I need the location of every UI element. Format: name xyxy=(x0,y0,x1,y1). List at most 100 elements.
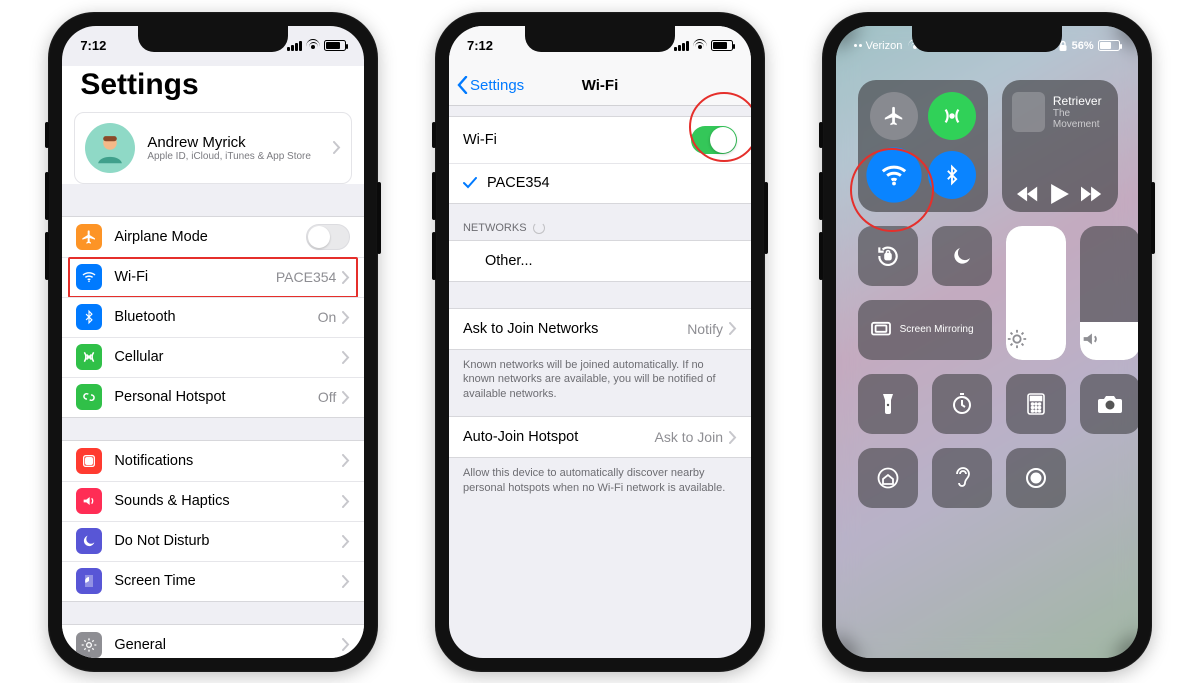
screen-mirroring-icon xyxy=(870,321,892,339)
row-bluetooth[interactable]: Bluetooth On xyxy=(62,297,364,337)
chevron-right-icon xyxy=(342,311,350,324)
volume-icon xyxy=(1080,328,1138,350)
chevron-right-icon xyxy=(333,141,341,154)
chevron-right-icon xyxy=(729,322,737,335)
cellular-signal-icon xyxy=(287,41,302,51)
row-label: General xyxy=(114,637,342,653)
chevron-right-icon xyxy=(342,638,350,651)
chevron-right-icon xyxy=(342,454,350,467)
general-icon xyxy=(76,632,102,658)
row-personal-hotspot[interactable]: Personal Hotspot Off xyxy=(62,377,364,417)
cellular-icon xyxy=(76,344,102,370)
profile-name: Andrew Myrick xyxy=(147,134,333,151)
row-label: Do Not Disturb xyxy=(114,533,342,549)
cellular-data-button[interactable] xyxy=(928,92,976,140)
row-label: Sounds & Haptics xyxy=(114,493,342,509)
notch xyxy=(912,26,1062,52)
screentime-icon xyxy=(76,568,102,594)
connected-network-row[interactable]: PACE354 xyxy=(449,163,751,203)
wifi-button[interactable] xyxy=(866,147,921,202)
row-value: Notify xyxy=(687,321,723,337)
row-value: Off xyxy=(318,389,336,405)
previous-track-button[interactable] xyxy=(1017,186,1039,202)
row-label: Cellular xyxy=(114,349,342,365)
row-label: Personal Hotspot xyxy=(114,389,318,405)
song-title: Retriever xyxy=(1053,94,1108,108)
screen-record-button[interactable] xyxy=(1006,448,1066,508)
row-do-not-disturb[interactable]: Do Not Disturb xyxy=(62,521,364,561)
row-label: Airplane Mode xyxy=(114,229,306,245)
profile-subtitle: Apple ID, iCloud, iTunes & App Store xyxy=(147,151,333,162)
auto-join-hotspot-row[interactable]: Auto-Join Hotspot Ask to Join xyxy=(449,417,751,457)
cellular-signal-icon xyxy=(674,41,689,51)
timer-button[interactable] xyxy=(932,374,992,434)
album-art-icon xyxy=(1012,92,1045,132)
brightness-slider[interactable] xyxy=(1006,226,1066,360)
airplane-toggle[interactable] xyxy=(306,224,350,250)
network-name: PACE354 xyxy=(487,175,737,191)
row-value: On xyxy=(318,309,337,325)
row-value: PACE354 xyxy=(276,269,336,285)
checkmark-icon xyxy=(463,177,477,189)
row-wifi[interactable]: Wi-Fi PACE354 xyxy=(62,257,364,297)
row-general[interactable]: General xyxy=(62,625,364,658)
row-screen-time[interactable]: Screen Time xyxy=(62,561,364,601)
connectivity-panel[interactable] xyxy=(858,80,988,212)
volume-slider[interactable] xyxy=(1080,226,1138,360)
chevron-right-icon xyxy=(342,271,350,284)
row-label: Wi-Fi xyxy=(114,269,276,285)
row-value: Ask to Join xyxy=(655,429,723,445)
row-label: Other... xyxy=(485,253,737,269)
row-sounds-haptics[interactable]: Sounds & Haptics xyxy=(62,481,364,521)
ask-to-join-footer: Known networks will be joined automatica… xyxy=(449,350,751,417)
screen-mirroring-label: Screen Mirroring xyxy=(900,324,974,335)
page-title: Settings xyxy=(62,66,364,112)
notifications-icon xyxy=(76,448,102,474)
row-airplane-mode[interactable]: Airplane Mode xyxy=(62,217,364,257)
airplane-icon xyxy=(76,224,102,250)
notch xyxy=(138,26,288,52)
row-label: Wi-Fi xyxy=(463,132,691,148)
hearing-button[interactable] xyxy=(932,448,992,508)
ask-to-join-row[interactable]: Ask to Join Networks Notify xyxy=(449,309,751,349)
auto-join-hotspot-footer: Allow this device to automatically disco… xyxy=(449,458,751,510)
row-label: Bluetooth xyxy=(114,309,317,325)
wifi-toggle[interactable] xyxy=(691,126,737,154)
apple-id-row[interactable]: Andrew Myrick Apple ID, iCloud, iTunes &… xyxy=(74,112,352,184)
row-notifications[interactable]: Notifications xyxy=(62,441,364,481)
back-button[interactable]: Settings xyxy=(457,76,524,94)
wifi-master-toggle-row: Wi-Fi xyxy=(449,117,751,163)
wifi-status-icon xyxy=(306,41,320,51)
next-track-button[interactable] xyxy=(1081,186,1103,202)
row-label: Notifications xyxy=(114,453,342,469)
row-cellular[interactable]: Cellular xyxy=(62,337,364,377)
orientation-lock-button[interactable] xyxy=(858,226,918,286)
phone-control-center: Verizon 56% xyxy=(822,12,1152,672)
home-button[interactable] xyxy=(858,448,918,508)
media-panel[interactable]: Retriever The Movement xyxy=(1002,80,1119,212)
chevron-right-icon xyxy=(342,575,350,588)
hotspot-icon xyxy=(76,384,102,410)
flashlight-button[interactable] xyxy=(858,374,918,434)
do-not-disturb-button[interactable] xyxy=(932,226,992,286)
nav-title: Wi-Fi xyxy=(582,77,619,94)
status-time: 7:12 xyxy=(467,38,493,53)
nav-bar: Settings Wi-Fi xyxy=(449,66,751,106)
screen-mirroring-button[interactable]: Screen Mirroring xyxy=(858,300,992,360)
chevron-right-icon xyxy=(729,431,737,444)
battery-icon xyxy=(711,40,733,51)
phone-wifi-settings: 7:12 Settings Wi-Fi Wi-Fi xyxy=(435,12,765,672)
chevron-right-icon xyxy=(342,351,350,364)
camera-button[interactable] xyxy=(1080,374,1138,434)
play-button[interactable] xyxy=(1051,184,1069,204)
airplane-mode-button[interactable] xyxy=(870,92,918,140)
bluetooth-button[interactable] xyxy=(928,151,976,199)
battery-text: 56% xyxy=(1072,40,1094,52)
calculator-button[interactable] xyxy=(1006,374,1066,434)
bluetooth-icon xyxy=(76,304,102,330)
row-label: Auto-Join Hotspot xyxy=(463,429,655,445)
spinner-icon xyxy=(533,222,545,234)
other-network-row[interactable]: Other... xyxy=(449,241,751,281)
status-time: 7:12 xyxy=(80,38,106,53)
battery-icon xyxy=(1098,40,1120,51)
